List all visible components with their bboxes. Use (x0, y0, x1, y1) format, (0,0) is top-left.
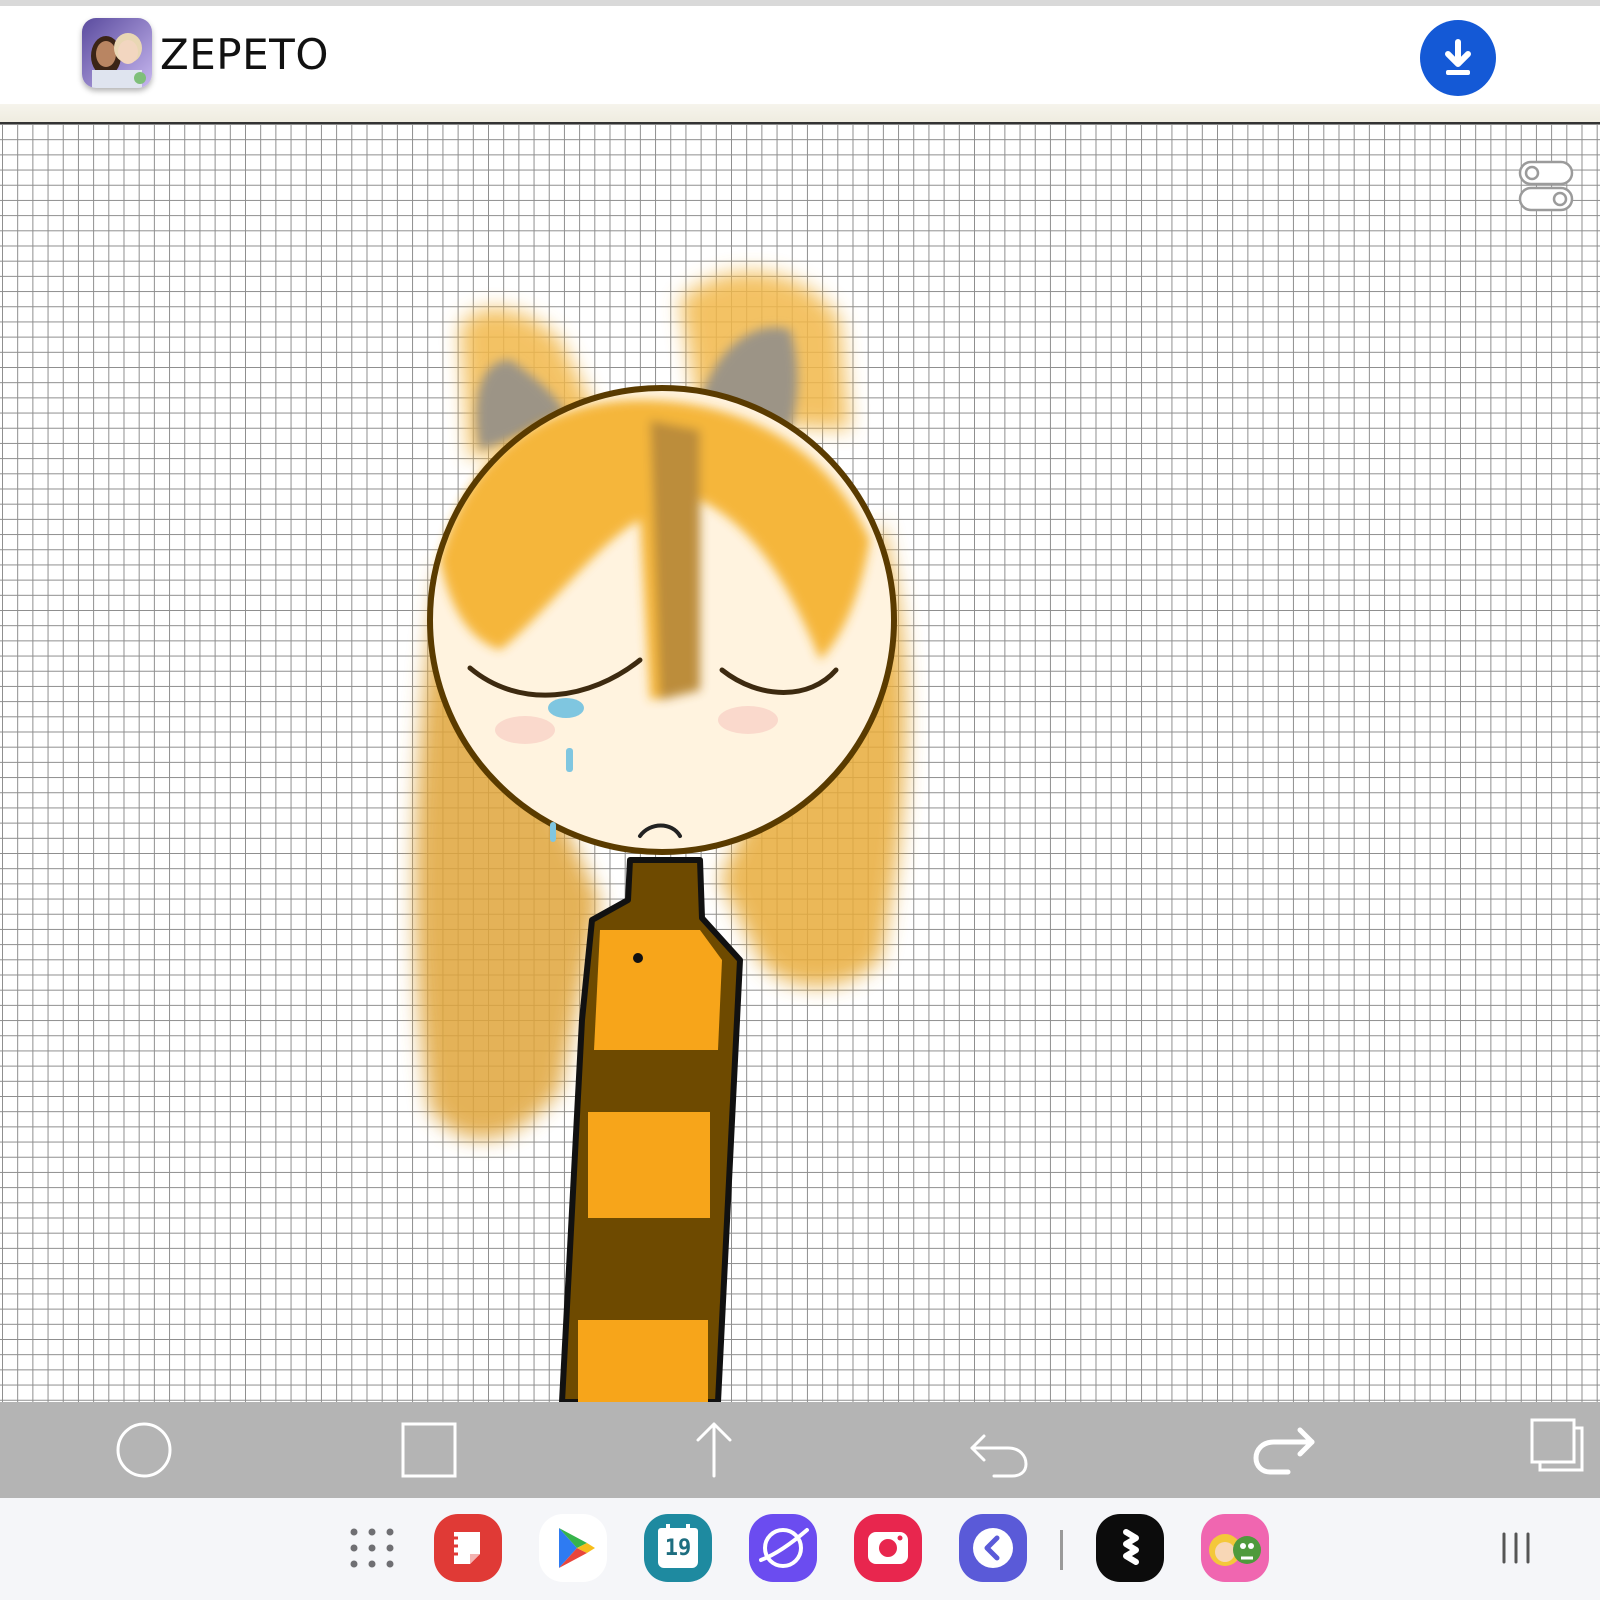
edge-panel-app[interactable] (959, 1514, 1027, 1582)
back-chevron-icon (973, 1528, 1013, 1568)
play-store-icon (559, 1528, 595, 1568)
stacked-squares-icon[interactable] (1520, 1410, 1600, 1490)
download-icon (1445, 39, 1471, 75)
screen-recorder-app[interactable] (854, 1514, 922, 1582)
s-logo-icon (1123, 1529, 1139, 1565)
calendar-app[interactable]: 19 (644, 1514, 712, 1582)
notes-icon (452, 1532, 480, 1564)
circle-outline-icon[interactable] (104, 1410, 184, 1490)
game-characters-icon (1201, 1514, 1269, 1582)
taskbar: 19 (0, 1498, 1600, 1600)
samsung-notes-app[interactable] (434, 1514, 502, 1582)
s-logo-app[interactable] (1096, 1514, 1164, 1582)
character-drawing (414, 272, 907, 1402)
tool-bar (0, 1402, 1600, 1498)
browser-planet-icon (759, 1528, 809, 1568)
arrow-up-icon[interactable] (674, 1410, 754, 1490)
camera-icon (868, 1532, 908, 1564)
game-app[interactable] (1201, 1514, 1269, 1582)
internet-app[interactable] (749, 1514, 817, 1582)
download-button[interactable] (1420, 20, 1496, 96)
grid-dots-icon[interactable] (346, 1522, 398, 1574)
app-banner: ZEPETO (0, 0, 1600, 104)
zepeto-avatar-logo-icon[interactable] (82, 18, 152, 88)
play-store-app[interactable] (539, 1514, 607, 1582)
undo-icon[interactable] (958, 1410, 1038, 1490)
layer-toggle-icon[interactable] (1518, 160, 1574, 214)
square-outline-icon[interactable] (389, 1410, 469, 1490)
calendar-date: 19 (664, 1536, 692, 1561)
redo-icon[interactable] (1244, 1410, 1324, 1490)
drawing-canvas[interactable] (0, 124, 1600, 1402)
banner-divider (0, 104, 1600, 124)
recents-bars-icon[interactable] (1496, 1528, 1536, 1568)
app-title: ZEPETO (160, 30, 329, 79)
dock-separator (1060, 1530, 1063, 1570)
